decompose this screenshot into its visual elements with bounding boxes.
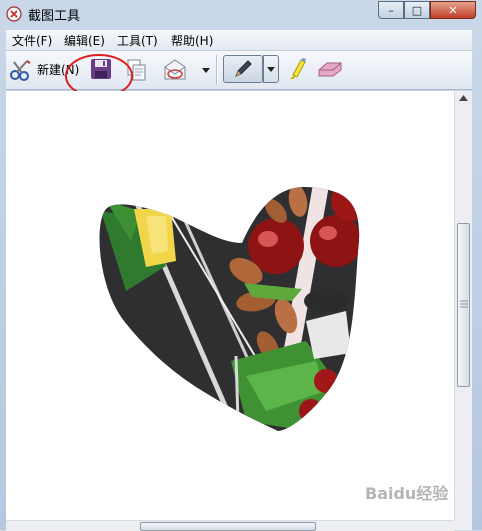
send-dropdown-arrow-icon[interactable] xyxy=(202,68,210,73)
pen-icon xyxy=(235,60,252,77)
heart-snip-image xyxy=(99,186,360,432)
eraser-icon[interactable] xyxy=(317,60,343,78)
minimize-button[interactable]: – xyxy=(378,1,404,19)
scissors-new-icon xyxy=(10,60,31,81)
window-title: 截图工具 xyxy=(28,9,81,24)
pen-dropdown-button[interactable] xyxy=(263,55,279,83)
vertical-scrollbar[interactable] xyxy=(454,91,472,520)
title-bar[interactable]: 截图工具 – □ ✕ xyxy=(0,0,482,28)
maximize-button[interactable]: □ xyxy=(404,1,430,19)
chevron-down-icon xyxy=(267,67,275,72)
window-controls: – □ ✕ xyxy=(378,1,476,20)
snip-canvas[interactable] xyxy=(6,91,454,520)
menu-tools[interactable]: 工具(T) xyxy=(117,32,158,49)
send-snip-icon[interactable] xyxy=(162,57,188,83)
watermark: Baidu经验 xyxy=(365,484,449,503)
horizontal-scrollbar[interactable] xyxy=(6,520,454,531)
scroll-corner xyxy=(454,520,472,530)
scroll-up-icon[interactable] xyxy=(459,95,468,101)
app-scissors-icon xyxy=(6,6,22,22)
grip-icon xyxy=(460,300,468,308)
menu-bar: 文件(F) 编辑(E) 工具(T) 帮助(H) xyxy=(6,30,472,51)
toolbar-separator xyxy=(216,55,218,85)
menu-file[interactable]: 文件(F) xyxy=(12,32,52,49)
close-button[interactable]: ✕ xyxy=(430,1,476,19)
menu-help[interactable]: 帮助(H) xyxy=(171,32,213,49)
snipping-tool-window: 截图工具 – □ ✕ 文件(F) 编辑(E) 工具(T) 帮助(H) 新建(N) xyxy=(0,0,482,531)
highlighter-icon[interactable] xyxy=(287,57,307,81)
pen-button[interactable] xyxy=(223,55,263,83)
vertical-scroll-thumb[interactable] xyxy=(457,223,470,387)
menu-edit[interactable]: 编辑(E) xyxy=(64,32,105,49)
